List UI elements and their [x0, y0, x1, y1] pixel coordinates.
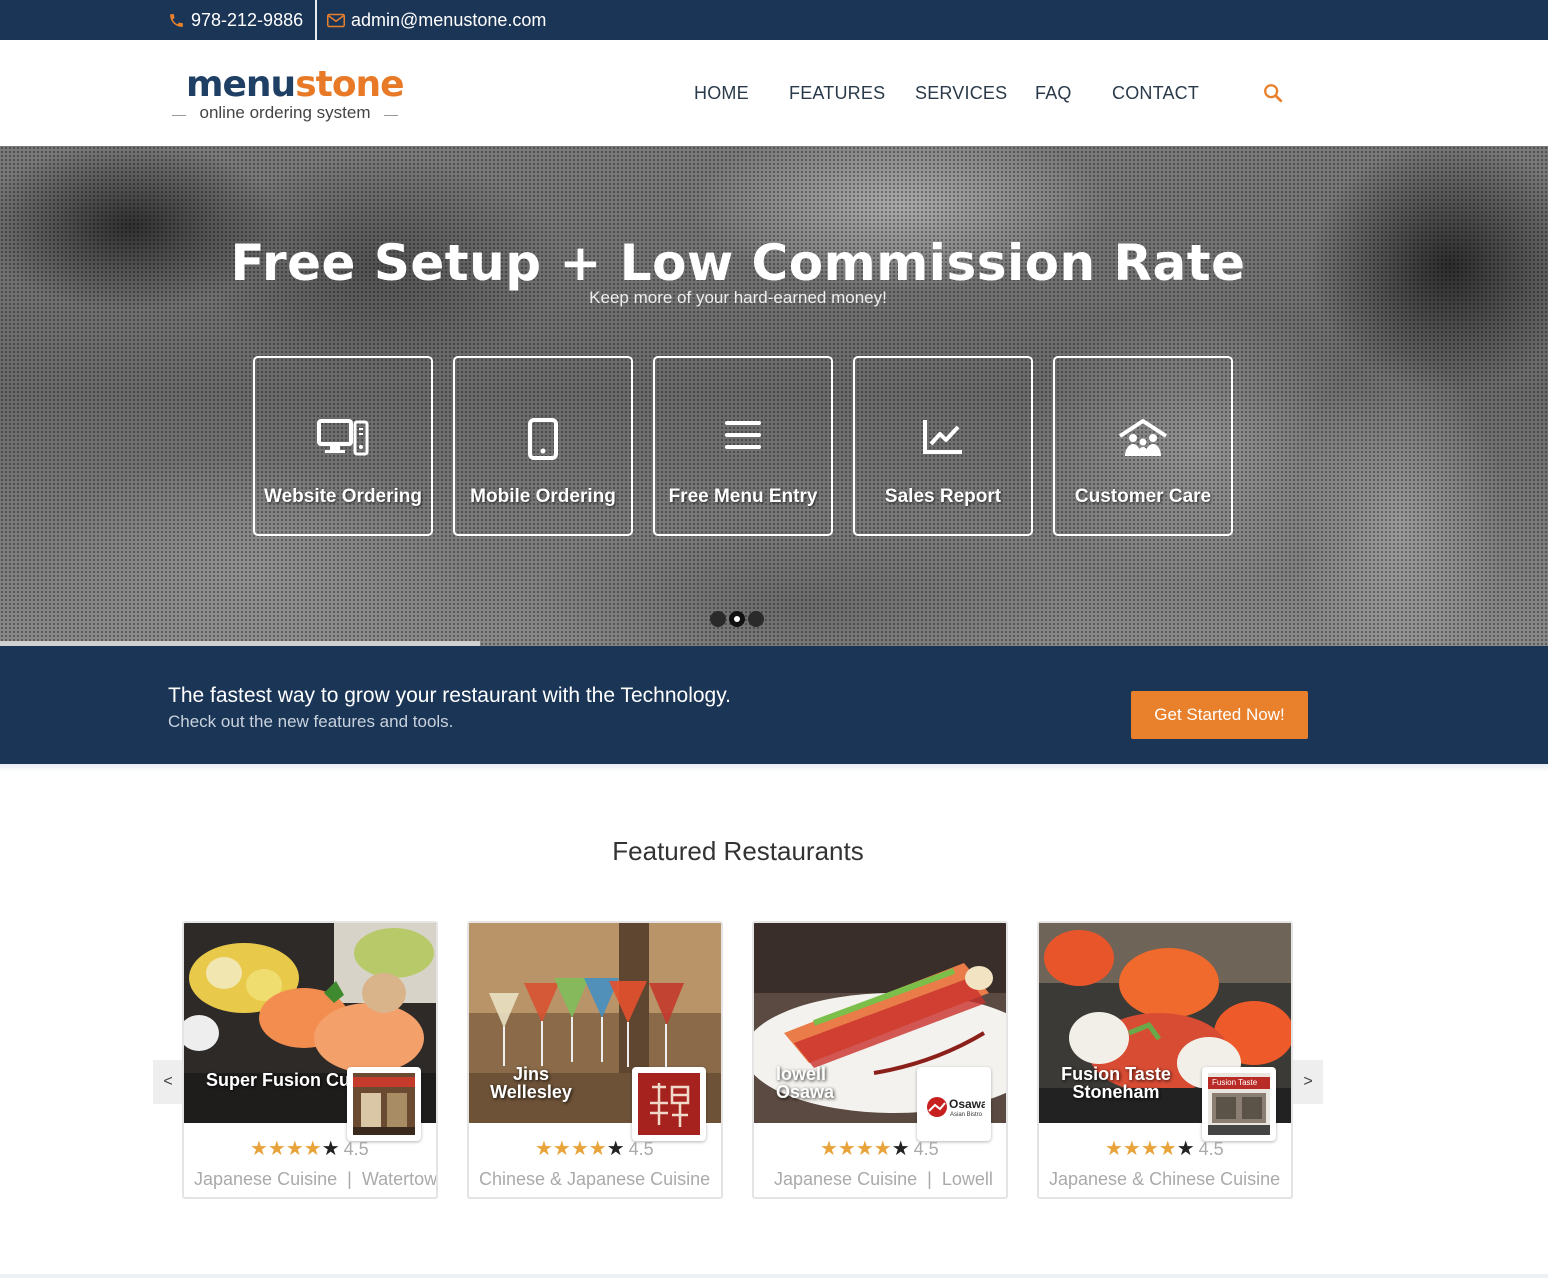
restaurant-name-line1: Jins [512, 1064, 550, 1084]
feature-label: Website Ordering [263, 486, 422, 507]
phone-contact[interactable]: 978-212-9886 [168, 0, 303, 40]
hero-title: Free Setup + Low Commission Rate [230, 234, 1246, 292]
desktop-mobile-icon [255, 418, 431, 463]
meta-separator: | [927, 1169, 932, 1189]
restaurant-name-line2: Wellesley [490, 1082, 572, 1102]
restaurant-meta: Chinese & Japanese Cuisine | W [479, 1169, 721, 1190]
section-divider [0, 764, 1548, 772]
nav-home[interactable]: HOME [694, 40, 749, 146]
restaurant-name-line2: Stoneham [1072, 1082, 1160, 1102]
slider-pagination [710, 611, 764, 627]
site-header: menustone online ordering system HOME FE… [0, 40, 1548, 146]
location-label: Watertown [361, 1169, 438, 1189]
feature-mobile-ordering[interactable]: Mobile Ordering [453, 356, 633, 536]
restaurant-card-super-fusion[interactable]: Super Fusion Cu ★★★★★ 4.5 Japanese Cuisin… [182, 921, 438, 1199]
osawa-logo-subtext: Asian Bistro [950, 1112, 983, 1118]
restaurant-meta: Japanese Cuisine | Watertown [194, 1169, 438, 1190]
feature-label: Mobile Ordering [470, 486, 616, 507]
carousel-prev-button[interactable]: < [153, 1060, 183, 1104]
cta-subtitle: Check out the new features and tools. [168, 712, 454, 731]
restaurant-name: Jins Wellesley [489, 1065, 573, 1101]
menu-lines-icon [655, 418, 831, 457]
feature-label: Customer Care [1074, 486, 1212, 507]
star-rating: ★★★★★ 4.5 [250, 1138, 369, 1160]
restaurant-card-fusion-taste[interactable]: Fusion Taste Stoneham Fusion Taste ★★★★★ 4… [1037, 921, 1293, 1199]
hero-subtitle: Keep more of your hard-earned money! [589, 288, 887, 307]
topbar-divider [315, 0, 317, 40]
top-contact-bar: 978-212-9886 admin@menustone.com [0, 0, 1548, 40]
slider-dot-3[interactable] [748, 611, 764, 627]
cta-band: The fastest way to grow your restaurant … [0, 646, 1548, 764]
cta-title: The fastest way to grow your restaurant … [168, 684, 732, 707]
restaurant-name-line1: lowell [776, 1064, 827, 1084]
restaurant-logo-thumb [632, 1067, 706, 1141]
mobile-phone-icon [455, 418, 631, 465]
cuisine-label: Japanese Cuisine [194, 1169, 338, 1189]
rating-value: 4.5 [628, 1139, 654, 1159]
star-rating: ★★★★★ 4.5 [1105, 1138, 1224, 1160]
restaurant-name-line2: Osawa [776, 1082, 835, 1102]
location-label: Lowell [941, 1169, 993, 1189]
restaurant-logo-thumb: Fusion Taste [1202, 1067, 1276, 1141]
people-house-icon [1055, 418, 1231, 463]
cuisine-label: Japanese & Chinese Cuisine [1049, 1169, 1281, 1189]
restaurant-name-line1: Fusion Taste [1061, 1064, 1171, 1084]
email-contact[interactable]: admin@menustone.com [327, 0, 546, 40]
phone-icon [170, 13, 183, 27]
feature-sales-report[interactable]: Sales Report [853, 356, 1033, 536]
nav-faq[interactable]: FAQ [1035, 40, 1072, 146]
footer-divider [0, 1274, 1548, 1278]
rating-value: 4.5 [343, 1139, 369, 1159]
restaurant-logo-thumb: Osawa Asian Bistro [917, 1067, 991, 1141]
line-chart-icon [855, 418, 1031, 461]
restaurant-name: Fusion Taste Stoneham [1061, 1065, 1171, 1101]
feature-label: Sales Report [884, 486, 1002, 507]
feature-free-menu-entry[interactable]: Free Menu Entry [653, 356, 833, 536]
restaurant-logo-thumb [347, 1067, 421, 1141]
feature-label: Free Menu Entry [668, 486, 818, 507]
logo-word-menu: menu [186, 64, 296, 105]
restaurant-meta: Japanese Cuisine | Lowell [774, 1169, 993, 1190]
cuisine-label: Japanese Cuisine [774, 1169, 918, 1189]
fusion-logo-text: Fusion Taste [1212, 1078, 1258, 1087]
email-address: admin@menustone.com [351, 9, 547, 30]
star-rating: ★★★★★ 4.5 [820, 1138, 939, 1160]
logo-word-stone: stone [295, 64, 404, 105]
feature-website-ordering[interactable]: Website Ordering [253, 356, 433, 536]
featured-restaurants-title: Featured Restaurants [612, 836, 864, 866]
slider-progress-bar [0, 641, 480, 646]
feature-customer-care[interactable]: Customer Care [1053, 356, 1233, 536]
restaurant-meta: Japanese & Chinese Cuisine | [1049, 1169, 1291, 1190]
phone-number: 978-212-9886 [191, 9, 304, 30]
meta-separator: | [347, 1169, 352, 1189]
slider-dot-1[interactable] [710, 611, 726, 627]
search-icon[interactable] [1262, 82, 1286, 106]
cuisine-label: Chinese & Japanese Cuisine [479, 1169, 711, 1189]
rating-value: 4.5 [913, 1139, 939, 1159]
meta-separator: | [1290, 1169, 1291, 1189]
restaurant-card-jins-wellesley[interactable]: Jins Wellesley ★★★★★ 4.5 Chinese & Japanes… [467, 921, 723, 1199]
carousel-next-button[interactable]: > [1293, 1060, 1323, 1104]
restaurant-name: Super Fusion Cu [206, 1070, 350, 1090]
envelope-icon [327, 13, 345, 27]
get-started-button[interactable]: Get Started Now! [1131, 691, 1308, 739]
meta-separator: | [720, 1169, 721, 1189]
hero-slider: Free Setup + Low Commission Rate Keep mo… [0, 146, 1548, 646]
menustone-logo[interactable]: menustone online ordering system [172, 64, 405, 125]
nav-contact[interactable]: CONTACT [1112, 40, 1199, 146]
nav-services[interactable]: SERVICES [915, 40, 1007, 146]
rating-value: 4.5 [1198, 1139, 1224, 1159]
logo-wordmark: menustone [186, 64, 405, 105]
restaurant-name: lowell Osawa [776, 1065, 834, 1101]
logo-tagline: online ordering system [172, 101, 398, 125]
slider-dot-2-active[interactable] [729, 611, 745, 627]
star-rating: ★★★★★ 4.5 [535, 1138, 654, 1160]
osawa-logo-text: Osawa [949, 1097, 985, 1111]
restaurant-card-lowell-osawa[interactable]: lowell Osawa Osawa Asian Bistro ★★★★★ 4.5 … [752, 921, 1008, 1199]
nav-features[interactable]: FEATURES [789, 40, 885, 146]
